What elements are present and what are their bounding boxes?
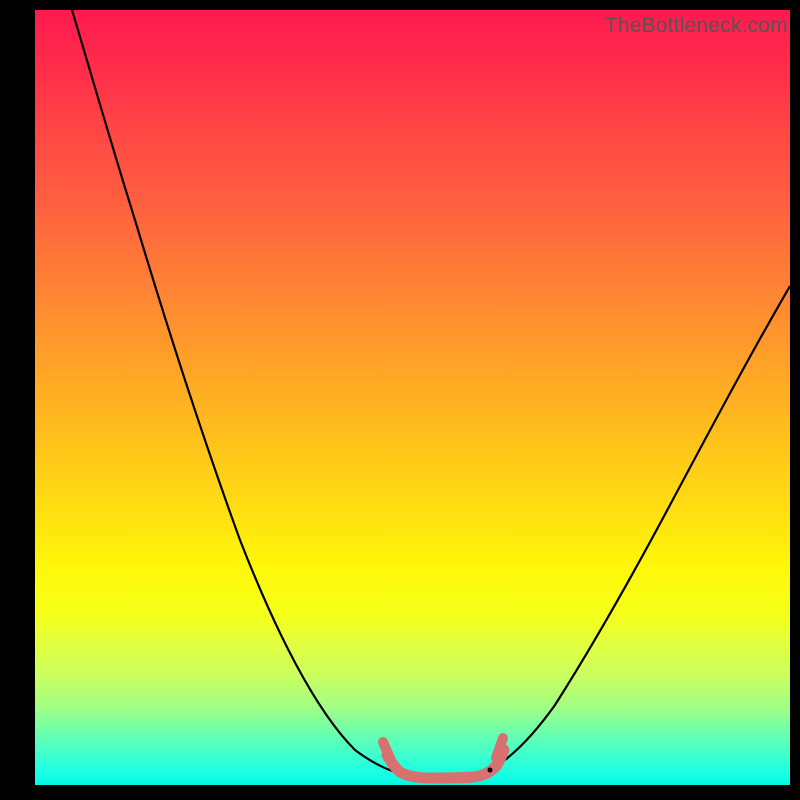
- chart-svg: [35, 10, 790, 785]
- plateau-marker: [387, 750, 504, 778]
- plateau-marker-left-tick: [383, 742, 390, 758]
- plateau-marker-right-tick: [496, 738, 503, 758]
- bottleneck-curve: [72, 10, 790, 776]
- watermark-text: TheBottleneck.com: [605, 14, 788, 38]
- curve-inflection-dot: [488, 768, 493, 773]
- gradient-plot-area: [35, 10, 790, 785]
